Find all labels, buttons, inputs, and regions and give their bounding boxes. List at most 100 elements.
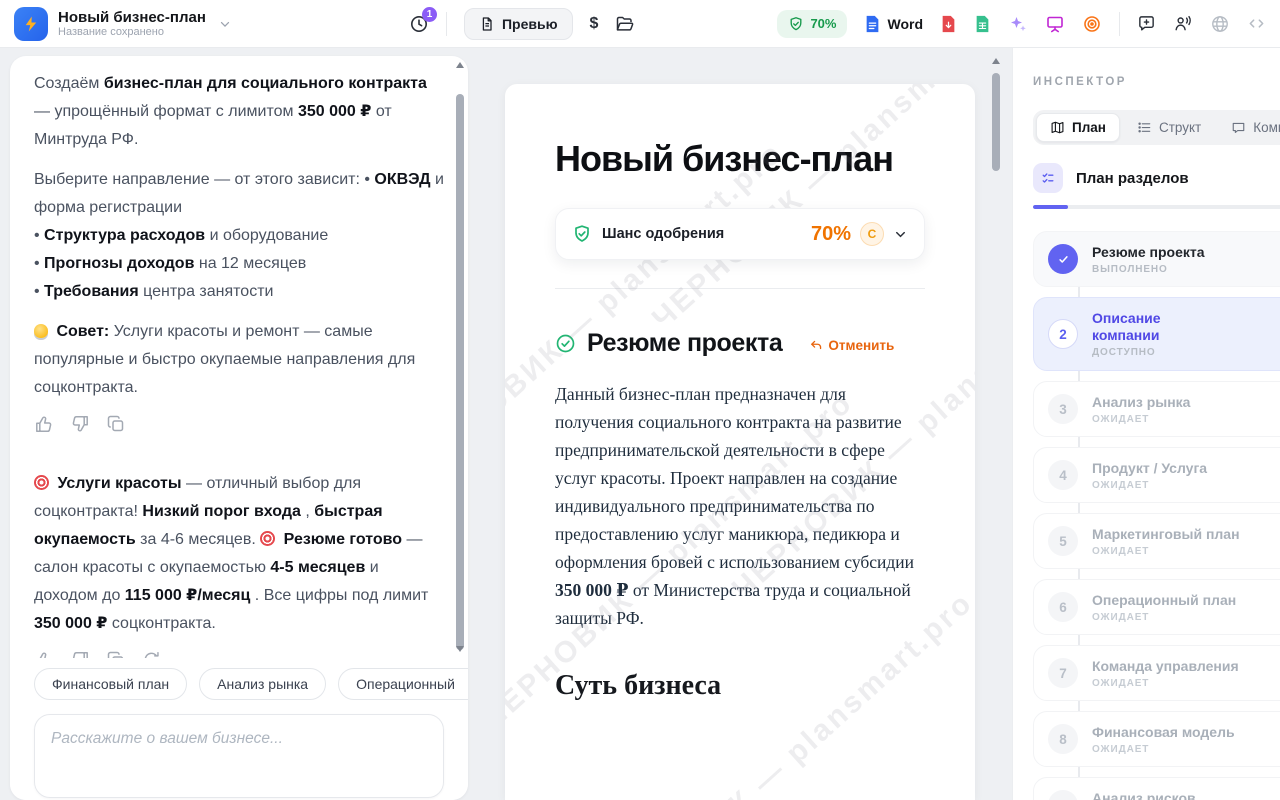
chat-paragraph: Выберите направление — от этого зависит:… [34, 166, 446, 222]
notification-badge: 1 [422, 7, 437, 22]
item-title: Резюме проекта [1092, 244, 1205, 261]
item-number-circle: 5 [1048, 526, 1078, 556]
item-title: Операционный план [1092, 592, 1236, 609]
approval-score-badge[interactable]: 70% [777, 10, 847, 38]
globe-icon[interactable] [1210, 14, 1230, 34]
suggestion-chip[interactable]: Финансовый план [34, 668, 187, 700]
top-bar: Новый бизнес-план Название сохранено 1 П… [0, 0, 1280, 48]
plan-progress-bar [1033, 205, 1280, 209]
export-excel-icon[interactable] [974, 15, 991, 33]
section-item-7: 7Команда управленияОЖИДАЕТ [1033, 645, 1280, 701]
chat-paragraph: Совет: Услуги красоты и ремонт — самые п… [34, 318, 446, 402]
suggestion-chip[interactable]: Анализ рынка [199, 668, 326, 700]
assistant-message: Создаём бизнес-план для социального конт… [34, 70, 446, 434]
list-icon [1137, 120, 1152, 135]
plan-sections-title: План разделов [1076, 170, 1189, 187]
thumbs-up-icon[interactable] [34, 414, 54, 434]
assistant-message: Услуги красоты — отличный выбор для соцк… [34, 470, 446, 658]
item-title: Финансовая модель [1092, 724, 1235, 741]
divider [1119, 12, 1120, 36]
item-status: ОЖИДАЕТ [1092, 546, 1240, 557]
item-status: ОЖИДАЕТ [1092, 612, 1236, 623]
regenerate-icon[interactable] [142, 650, 161, 658]
approval-label: Шанс одобрения [602, 226, 724, 242]
undo-button[interactable]: Отменить [809, 338, 894, 353]
message-actions [34, 414, 446, 434]
item-number-circle: 6 [1048, 592, 1078, 622]
tab-structure[interactable]: Структ [1124, 114, 1214, 141]
scrollbar-thumb[interactable] [992, 73, 1000, 171]
presentation-icon[interactable] [1045, 14, 1065, 34]
target-emoji-icon [260, 531, 275, 546]
section-item-1[interactable]: Резюме проектаВЫПОЛНЕНО [1033, 231, 1280, 287]
item-number-circle: 9 [1048, 790, 1078, 800]
divider [446, 12, 447, 36]
target-icon[interactable] [1082, 14, 1102, 34]
item-title: Команда управления [1092, 658, 1239, 675]
plan-sections-list: Резюме проектаВЫПОЛНЕНО 2 Описание компани… [1033, 231, 1280, 800]
item-number-circle: 8 [1048, 724, 1078, 754]
scroll-up-arrow[interactable] [456, 62, 464, 68]
chat-input[interactable] [51, 730, 427, 748]
ai-sparkles-icon[interactable] [1008, 14, 1028, 34]
thumbs-down-icon[interactable] [70, 414, 90, 434]
chevron-down-icon[interactable] [893, 227, 908, 242]
approval-value: 70% [811, 223, 851, 246]
export-pdf-icon[interactable] [940, 15, 957, 33]
team-users-icon[interactable] [1173, 14, 1193, 33]
section-item-4: 4Продукт / УслугаОЖИДАЕТ [1033, 447, 1280, 503]
tab-comments[interactable]: Коммент [1218, 114, 1280, 141]
section-body-text: Данный бизнес-план предназначен для полу… [555, 380, 925, 632]
copy-icon[interactable] [106, 650, 126, 658]
item-status: ДОСТУПНО [1092, 347, 1204, 358]
item-status: ОЖИДАЕТ [1092, 414, 1190, 425]
scrollbar-thumb[interactable] [456, 94, 464, 650]
suggestion-chip[interactable]: Операционный [338, 668, 468, 700]
document-scrollbar[interactable] [991, 56, 1001, 800]
copy-icon[interactable] [106, 414, 126, 434]
item-title: Маркетинговый план [1092, 526, 1240, 543]
scroll-up-arrow[interactable] [992, 58, 1000, 64]
thumbs-up-icon[interactable] [34, 650, 54, 658]
tab-plan[interactable]: План [1036, 113, 1120, 142]
chat-paragraph: • Требования центра занятости [34, 278, 446, 306]
preview-button[interactable]: Превью [464, 8, 573, 40]
pricing-dollar-icon[interactable]: $ [590, 15, 599, 33]
item-number-circle: 3 [1048, 394, 1078, 424]
item-number-circle: 2 [1048, 319, 1078, 349]
section-item-5: 5 Маркетинговый план ОЖИДАЕТ [1033, 513, 1280, 569]
scroll-down-arrow[interactable] [456, 646, 464, 652]
item-number-circle: 4 [1048, 460, 1078, 490]
target-emoji-icon [34, 475, 49, 490]
thumbs-down-icon[interactable] [70, 650, 90, 658]
document-icon [479, 16, 495, 32]
comment-add-icon[interactable] [1137, 14, 1156, 33]
chat-footer: Финансовый план Анализ рынка Операционный [10, 658, 468, 800]
item-status: ОЖИДАЕТ [1092, 480, 1207, 491]
section-item-6: 6 Операционный план ОЖИДАЕТ [1033, 579, 1280, 635]
history-clock-icon[interactable]: 1 [409, 14, 429, 34]
chat-messages: Создаём бизнес-план для социального конт… [10, 56, 452, 658]
chat-paragraph: Создаём бизнес-план для социального конт… [34, 70, 446, 154]
export-word-button[interactable]: Word [864, 15, 923, 33]
chevron-down-icon[interactable] [218, 17, 232, 31]
section-item-9: 9Анализ рисковОЖИДАЕТ [1033, 777, 1280, 800]
inspector-tabs: План Структ Коммент [1033, 110, 1280, 145]
folder-open-icon[interactable] [615, 14, 635, 34]
chat-paragraph: • Прогнозы доходов на 12 месяцев [34, 250, 446, 278]
code-icon[interactable] [1247, 14, 1266, 33]
checklist-icon [1033, 163, 1063, 193]
document-title-block: Новый бизнес-план Название сохранено [58, 9, 206, 39]
check-icon [1056, 252, 1071, 267]
approval-chance-card[interactable]: Шанс одобрения 70% C [555, 208, 925, 260]
chat-input-box[interactable] [34, 714, 444, 798]
item-title: Анализ рынка [1092, 394, 1190, 411]
chat-paragraph: Услуги красоты — отличный выбор для соцк… [34, 470, 446, 638]
chat-scrollbar[interactable] [455, 60, 465, 654]
plan-sections-header: План разделов [1033, 163, 1280, 193]
inspector-panel: ИНСПЕКТОР План Структ Коммент План разде… [1012, 48, 1280, 800]
section-item-3: 3 Анализ рынка ОЖИДАЕТ [1033, 381, 1280, 437]
item-title: Описание компании [1092, 310, 1204, 344]
section-item-2[interactable]: 2 Описание компании ДОСТУПНО [1033, 297, 1280, 371]
bulb-emoji-icon [34, 324, 48, 338]
